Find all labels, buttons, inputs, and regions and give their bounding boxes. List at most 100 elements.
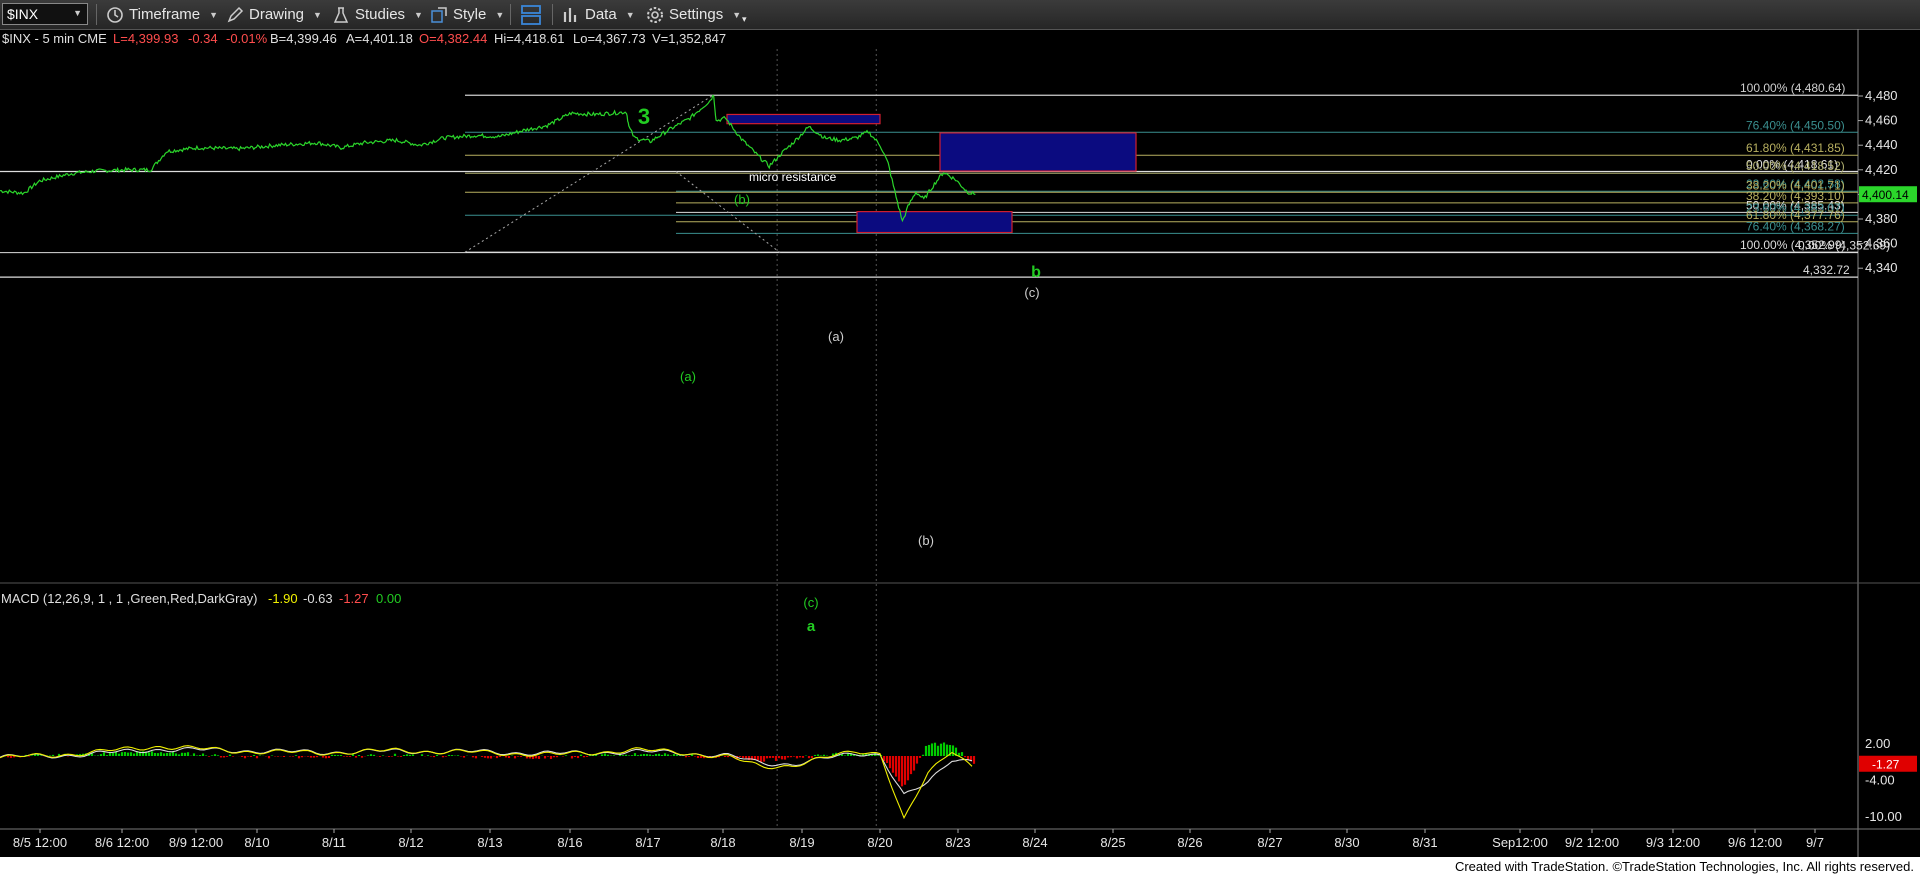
symbol-info: $INX - 5 min CME (2, 31, 107, 46)
settings-label: Settings (669, 6, 724, 23)
wave-label: (a) (680, 369, 696, 384)
chevron-down-icon: ▼ (732, 9, 742, 20)
bid-price: B=4,399.46 (270, 31, 337, 46)
target-box (726, 113, 881, 125)
wave-label: (c) (1024, 285, 1039, 300)
chevron-down-icon: ▼ (414, 9, 423, 20)
wave-label: micro resistance (749, 170, 837, 184)
time-tick-label: 8/16 (557, 835, 582, 850)
symbol-header: $INX - 5 min CME L=4,399.93 -0.34 -0.01%… (2, 31, 726, 46)
drawing-menu[interactable]: Drawing ▼ (226, 0, 322, 29)
chart-area[interactable]: $INX - 5 min CME L=4,399.93 -0.34 -0.01%… (0, 29, 1920, 857)
studies-menu[interactable]: Studies ▼ (332, 0, 423, 29)
symbol-label: $INX (7, 6, 39, 22)
fib-label: 50.00% (4,418.52) (1746, 159, 1845, 173)
symbol-selector[interactable]: $INX ▼ (2, 3, 88, 25)
chevron-down-icon: ▼ (209, 9, 219, 20)
toolbar: $INX ▼ Timeframe ▼ Drawing ▼ Studies ▼ S… (0, 0, 1920, 30)
time-tick-label: 8/13 (477, 835, 502, 850)
fib-label: 4,332.72 (1803, 263, 1850, 277)
net-change: -0.34 (188, 31, 218, 46)
time-axis[interactable]: 8/5 12:00 8/6 12:00 8/9 12:00 8/10 8/11 8/12 8… (13, 829, 1824, 850)
toolbar-divider (96, 4, 97, 25)
time-tick-label: 8/25 (1100, 835, 1125, 850)
pencil-icon (227, 6, 244, 22)
layout-button[interactable] (520, 0, 547, 29)
chevron-down-icon: ▾ (742, 14, 747, 24)
wave-label: a (807, 618, 816, 635)
fibonacci-levels: 100.00% (4,480.64) 76.40% (4,450.50) 61.80… (0, 81, 1890, 278)
time-tick-label: 8/23 (945, 835, 970, 850)
style-icon (431, 6, 447, 23)
low-price: Lo=4,367.73 (573, 31, 646, 46)
macd-current-label: -1.27 (1872, 758, 1900, 772)
last-price: L=4,399.93 (113, 31, 178, 46)
toolbar-divider (552, 4, 553, 25)
macd-signal-value: -0.63 (303, 591, 333, 606)
chevron-down-icon: ▼ (495, 9, 505, 20)
vertical-gridlines (776, 49, 877, 829)
price-tick-label: 4,460 (1865, 113, 1898, 128)
time-tick-label: 8/24 (1022, 835, 1047, 850)
flask-icon (333, 6, 349, 23)
time-tick-label: 8/19 (789, 835, 814, 850)
macd-tick-label: -10.00 (1865, 809, 1902, 824)
high-price: Hi=4,418.61 (494, 31, 564, 46)
macd-value: -1.90 (268, 591, 298, 606)
time-tick-label: 8/6 12:00 (95, 835, 149, 850)
macd-label: MACD (12,26,9, 1 , 1 ,Green,Red,DarkGray… (1, 591, 257, 606)
macd-zero-value: 0.00 (376, 591, 401, 606)
clock-icon (107, 6, 123, 23)
target-box (856, 211, 1013, 234)
bar-chart-icon (563, 7, 577, 22)
time-tick-label: 9/2 12:00 (1565, 835, 1619, 850)
price-tick-label: 4,360 (1865, 236, 1898, 251)
drawing-label: Drawing (249, 6, 305, 23)
wave-annotations: 3 micro resistance (b) b (c) (a) (a) (b) (c) a (638, 104, 1041, 635)
price-tick-label: 4,340 (1865, 260, 1898, 275)
time-tick-label: 8/30 (1334, 835, 1359, 850)
copyright-text: Created with TradeStation. ©TradeStation… (1454, 859, 1914, 874)
toolbar-overflow-button[interactable]: ▾ (742, 0, 747, 29)
settings-menu[interactable]: Settings ▼ (646, 0, 741, 29)
percent-change: -0.01% (226, 31, 268, 46)
fib-label: 76.40% (4,368.27) (1746, 219, 1845, 233)
chevron-down-icon: ▼ (73, 8, 82, 18)
fib-label: 76.40% (4,450.50) (1746, 118, 1845, 132)
time-tick-label: 9/6 12:00 (1728, 835, 1782, 850)
toolbar-divider (510, 4, 511, 25)
chevron-down-icon: ▼ (625, 9, 635, 20)
layout-icon (521, 4, 541, 25)
target-box (939, 132, 1137, 172)
style-menu[interactable]: Style ▼ (430, 0, 504, 29)
time-tick-label: 9/3 12:00 (1646, 835, 1700, 850)
time-tick-label: 8/17 (635, 835, 660, 850)
ask-price: A=4,401.18 (346, 31, 413, 46)
time-tick-label: Sep12:00 (1492, 835, 1548, 850)
gear-icon (647, 6, 663, 23)
price-tick-label: 4,480 (1865, 88, 1898, 103)
price-axis[interactable]: 4,3404,3604,3804,4004,4204,4404,4604,480… (1858, 88, 1917, 275)
time-tick-label: 8/20 (867, 835, 892, 850)
footer: Created with TradeStation. ©TradeStation… (0, 857, 1920, 877)
macd-diff-value: -1.27 (339, 591, 369, 606)
timeframe-menu[interactable]: Timeframe ▼ (106, 0, 218, 29)
time-tick-label: 8/11 (322, 835, 346, 850)
price-tick-label: 4,440 (1865, 137, 1898, 152)
chevron-down-icon: ▼ (313, 9, 322, 20)
macd-tick-label: -4.00 (1865, 772, 1895, 787)
time-tick-label: 8/27 (1257, 835, 1282, 850)
wave-label: (b) (918, 533, 934, 548)
wave-label: (a) (828, 329, 844, 344)
macd-tick-label: 2.00 (1865, 736, 1890, 751)
data-menu[interactable]: Data ▼ (562, 0, 635, 29)
time-tick-label: 8/31 (1412, 835, 1437, 850)
time-tick-label: 8/10 (244, 835, 269, 850)
time-tick-label: 8/26 (1177, 835, 1202, 850)
timeframe-label: Timeframe (129, 6, 201, 23)
price-tick-label: 4,420 (1865, 162, 1898, 177)
data-label: Data (585, 6, 617, 23)
time-tick-label: 8/12 (398, 835, 423, 850)
wave-label: 3 (638, 104, 650, 129)
volume: V=1,352,847 (652, 31, 726, 46)
